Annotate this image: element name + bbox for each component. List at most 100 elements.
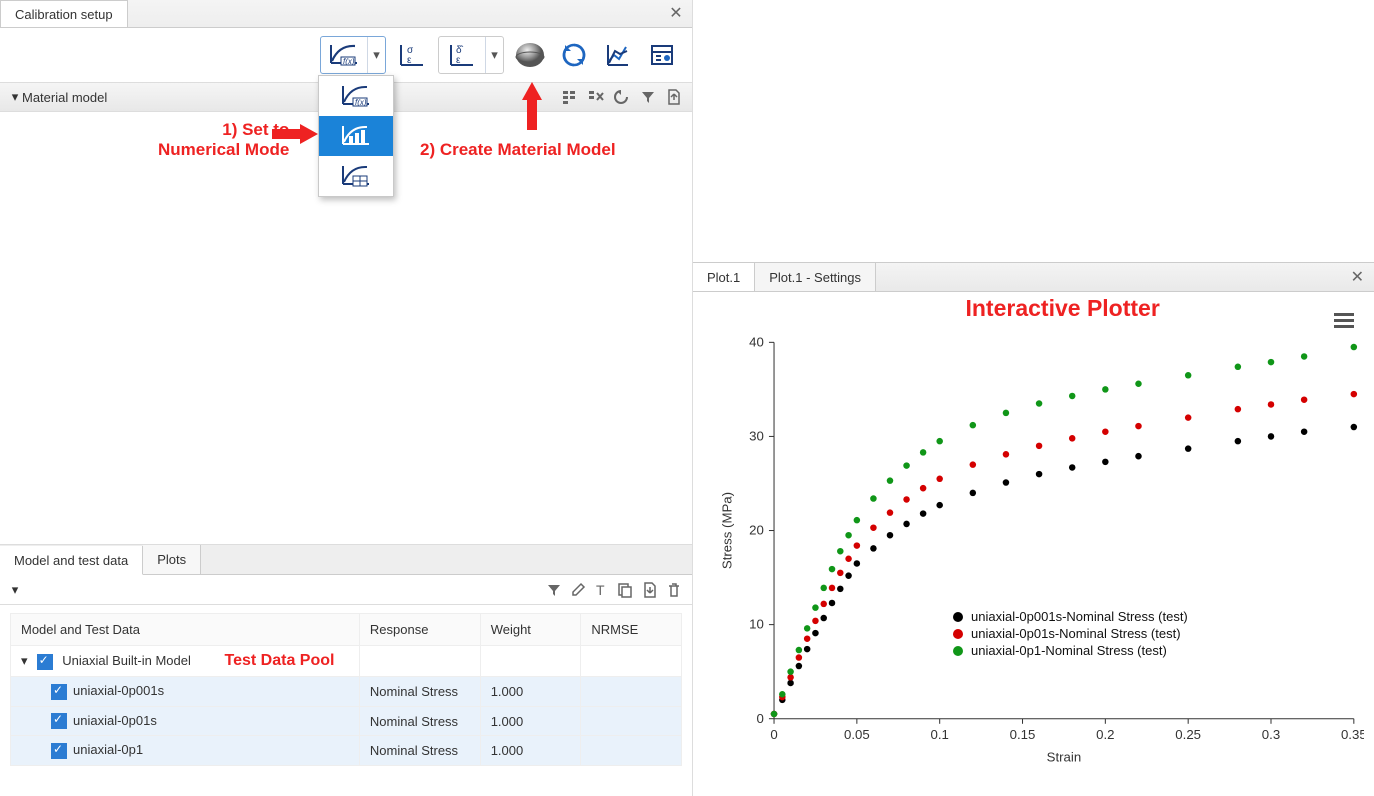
test-data-table: Model and Test Data Response Weight NRMS… <box>10 613 682 766</box>
col-nrmse: NRMSE <box>581 614 682 646</box>
chart-icon <box>604 41 632 69</box>
settings-remove-icon[interactable] <box>586 87 606 107</box>
row-name: uniaxial-0p1 <box>73 742 143 757</box>
top-toolbar: f(x) ▾ σ ε δ̂ ε ▾ <box>0 28 692 82</box>
svg-text:ε: ε <box>407 55 412 66</box>
chevron-down-icon[interactable]: ▾ <box>367 37 385 73</box>
checkbox[interactable] <box>37 654 53 670</box>
checkbox[interactable] <box>51 713 67 729</box>
table-row[interactable]: uniaxial-0p001s Nominal Stress 1.000 <box>11 677 682 707</box>
svg-text:T: T <box>596 582 605 598</box>
legend-label: uniaxial-0p1-Nominal Stress (test) <box>971 643 1167 658</box>
svg-text:0.35: 0.35 <box>1341 727 1364 742</box>
plot-area: Interactive Plotter 00.050.10.150.20.250… <box>693 292 1374 776</box>
svg-text:30: 30 <box>749 429 764 444</box>
mode-dropdown-button[interactable]: f(x) ▾ <box>320 36 386 74</box>
strain-rate-icon: δ̂ ε <box>447 41 477 69</box>
tab-model-test-data[interactable]: Model and test data <box>0 546 143 575</box>
filter-icon[interactable] <box>638 87 658 107</box>
svg-text:Strain: Strain <box>1047 749 1082 764</box>
trash-icon[interactable] <box>664 580 684 600</box>
lower-tabs: Model and test data Plots <box>0 545 692 575</box>
arrow-icon <box>300 124 318 144</box>
section-caret-icon[interactable]: ▾ <box>8 89 22 105</box>
section-title: Material model <box>22 90 107 105</box>
text-icon[interactable]: T <box>592 580 612 600</box>
svg-text:f(x): f(x) <box>343 57 355 66</box>
window-tab-bar: Calibration setup ✕ <box>0 0 692 28</box>
lower-toolbar: ▾ T <box>0 575 692 605</box>
legend-dot-icon <box>953 646 963 656</box>
chart-button[interactable] <box>600 37 636 73</box>
legend-item[interactable]: uniaxial-0p1-Nominal Stress (test) <box>953 643 1188 658</box>
sigma-epsilon-button[interactable]: σ ε <box>394 37 430 73</box>
mode-analytical[interactable]: f(x) <box>319 76 393 116</box>
svg-text:0: 0 <box>770 727 777 742</box>
section-caret-icon[interactable]: ▾ <box>8 582 22 598</box>
annotation-step2: 2) Create Material Model <box>420 140 616 160</box>
mode-numerical[interactable] <box>319 116 393 156</box>
curve-fx-icon: f(x) <box>327 41 361 69</box>
report-button[interactable] <box>644 37 680 73</box>
copy-icon[interactable] <box>616 580 636 600</box>
sigma-epsilon-icon: σ ε <box>397 41 427 69</box>
filter-icon[interactable] <box>544 580 564 600</box>
row-name: uniaxial-0p01s <box>73 713 157 728</box>
table-row[interactable]: uniaxial-0p1 Nominal Stress 1.000 <box>11 736 682 766</box>
settings-icon[interactable] <box>560 87 580 107</box>
export-icon[interactable] <box>664 87 684 107</box>
row-weight: 1.000 <box>480 736 581 766</box>
annotation-step1b: Numerical Mode <box>158 140 289 160</box>
row-nrmse <box>581 736 682 766</box>
tab-plot1[interactable]: Plot.1 <box>693 263 755 291</box>
legend-label: uniaxial-0p001s-Nominal Stress (test) <box>971 609 1188 624</box>
tab-plots[interactable]: Plots <box>143 545 201 574</box>
strain-rate-button[interactable]: δ̂ ε ▾ <box>438 36 504 74</box>
legend-item[interactable]: uniaxial-0p001s-Nominal Stress (test) <box>953 609 1188 624</box>
legend-label: uniaxial-0p01s-Nominal Stress (test) <box>971 626 1181 641</box>
annotation-test-pool: Test Data Pool <box>225 652 335 669</box>
row-name: uniaxial-0p001s <box>73 683 164 698</box>
col-model-test-data: Model and Test Data <box>11 614 360 646</box>
svg-text:20: 20 <box>749 523 764 538</box>
legend-item[interactable]: uniaxial-0p01s-Nominal Stress (test) <box>953 626 1188 641</box>
close-icon[interactable]: ✕ <box>666 4 686 24</box>
row-nrmse <box>581 677 682 707</box>
svg-text:0.2: 0.2 <box>1096 727 1114 742</box>
chevron-down-icon[interactable]: ▾ <box>485 37 503 73</box>
table-row[interactable]: uniaxial-0p01s Nominal Stress 1.000 <box>11 706 682 736</box>
annotation-plotter: Interactive Plotter <box>965 295 1159 322</box>
row-weight: 1.000 <box>480 677 581 707</box>
checkbox[interactable] <box>51 684 67 700</box>
material-sphere-icon <box>513 40 547 70</box>
row-response: Nominal Stress <box>359 706 480 736</box>
legend-dot-icon <box>953 612 963 622</box>
mode-dropdown: f(x) <box>318 75 394 197</box>
refresh-button[interactable] <box>556 37 592 73</box>
edit-icon[interactable] <box>568 580 588 600</box>
svg-text:0.1: 0.1 <box>930 727 948 742</box>
svg-text:ε: ε <box>456 55 461 66</box>
row-response: Nominal Stress <box>359 677 480 707</box>
svg-text:f(x): f(x) <box>355 98 367 107</box>
svg-text:0.25: 0.25 <box>1175 727 1201 742</box>
mode-table[interactable] <box>319 156 393 196</box>
svg-text:0.15: 0.15 <box>1010 727 1036 742</box>
window-title-tab[interactable]: Calibration setup <box>0 0 128 27</box>
row-response: Nominal Stress <box>359 736 480 766</box>
chart[interactable]: 00.050.10.150.20.250.30.35010203040Strai… <box>713 322 1364 770</box>
col-response: Response <box>359 614 480 646</box>
annotation-step1a: 1) Set to <box>158 120 289 140</box>
tab-plot1-settings[interactable]: Plot.1 - Settings <box>755 263 876 291</box>
export-icon[interactable] <box>640 580 660 600</box>
create-material-model-button[interactable] <box>512 37 548 73</box>
undo-icon[interactable] <box>612 87 632 107</box>
col-weight: Weight <box>480 614 581 646</box>
svg-text:0.3: 0.3 <box>1262 727 1280 742</box>
checkbox[interactable] <box>51 743 67 759</box>
row-nrmse <box>581 706 682 736</box>
tree-caret-icon[interactable]: ▾ <box>21 653 33 669</box>
refresh-icon <box>560 41 588 69</box>
close-icon[interactable]: ✕ <box>1341 263 1374 291</box>
row-weight: 1.000 <box>480 706 581 736</box>
